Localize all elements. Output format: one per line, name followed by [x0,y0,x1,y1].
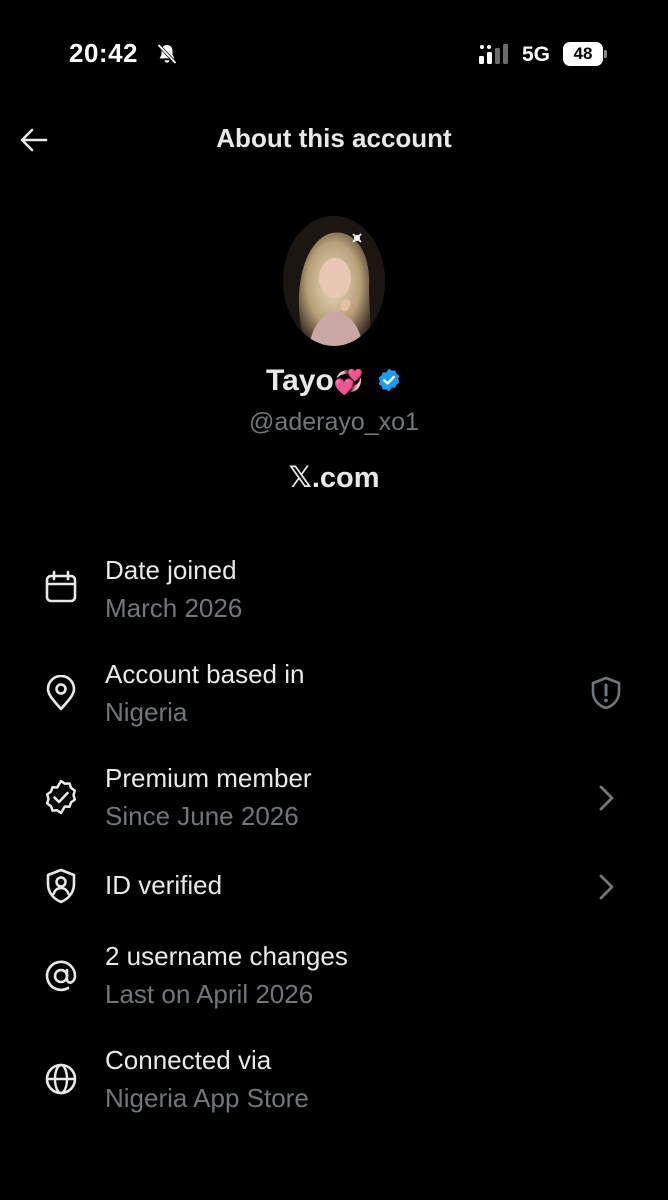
account-based-in-value: Nigeria [105,697,188,727]
network-type: 5G [522,43,551,66]
chevron-right-icon[interactable] [588,780,624,816]
account-based-in-label: Account based in [105,659,305,689]
date-joined-row: Date joined March 2026 [0,555,668,635]
battery-level: 48 [573,44,593,63]
id-verified-label: ID verified [105,870,223,900]
page-title: About this account [216,123,452,153]
verified-badge-outline-icon [45,779,77,815]
id-verified-row[interactable]: ID verified [0,866,668,910]
premium-member-row[interactable]: Premium member Since June 2026 [0,763,668,843]
chevron-right-icon[interactable] [588,869,624,905]
at-sign-icon [45,960,77,992]
date-joined-label: Date joined [105,555,237,585]
username-changes-row: 2 username changes Last on April 2026 [0,941,668,1021]
account-based-in-row: Account based in Nigeria [0,659,668,739]
username-changes-label: 2 username changes [105,941,348,971]
status-bar: 20:42 5G 48 [0,0,668,100]
connected-via-row: Connected via Nigeria App Store [0,1045,668,1125]
signal-icon [479,44,508,64]
globe-icon [45,1063,77,1095]
user-handle: @aderayo_xo1 [249,408,419,436]
shield-alert-icon[interactable] [588,675,624,711]
username-changes-value: Last on April 2026 [105,979,314,1009]
premium-member-value: Since June 2026 [105,801,299,831]
id-shield-icon [46,868,76,904]
avatar[interactable] [283,216,385,346]
connected-via-value: Nigeria App Store [105,1083,309,1113]
connected-via-label: Connected via [105,1045,272,1075]
calendar-icon [45,570,77,603]
verified-badge-icon [378,368,400,392]
silent-bell-icon [157,43,177,65]
status-time: 20:42 [69,38,138,68]
site-label: 𝕏.com [288,462,380,494]
battery-indicator: 48 [563,42,607,66]
name-emoji: 💞 [333,369,364,396]
premium-member-label: Premium member [105,763,312,793]
date-joined-value: March 2026 [105,593,243,623]
location-pin-icon [46,675,76,711]
display-name: Tayo [265,364,334,397]
display-name-row: Tayo💞 [0,364,668,398]
